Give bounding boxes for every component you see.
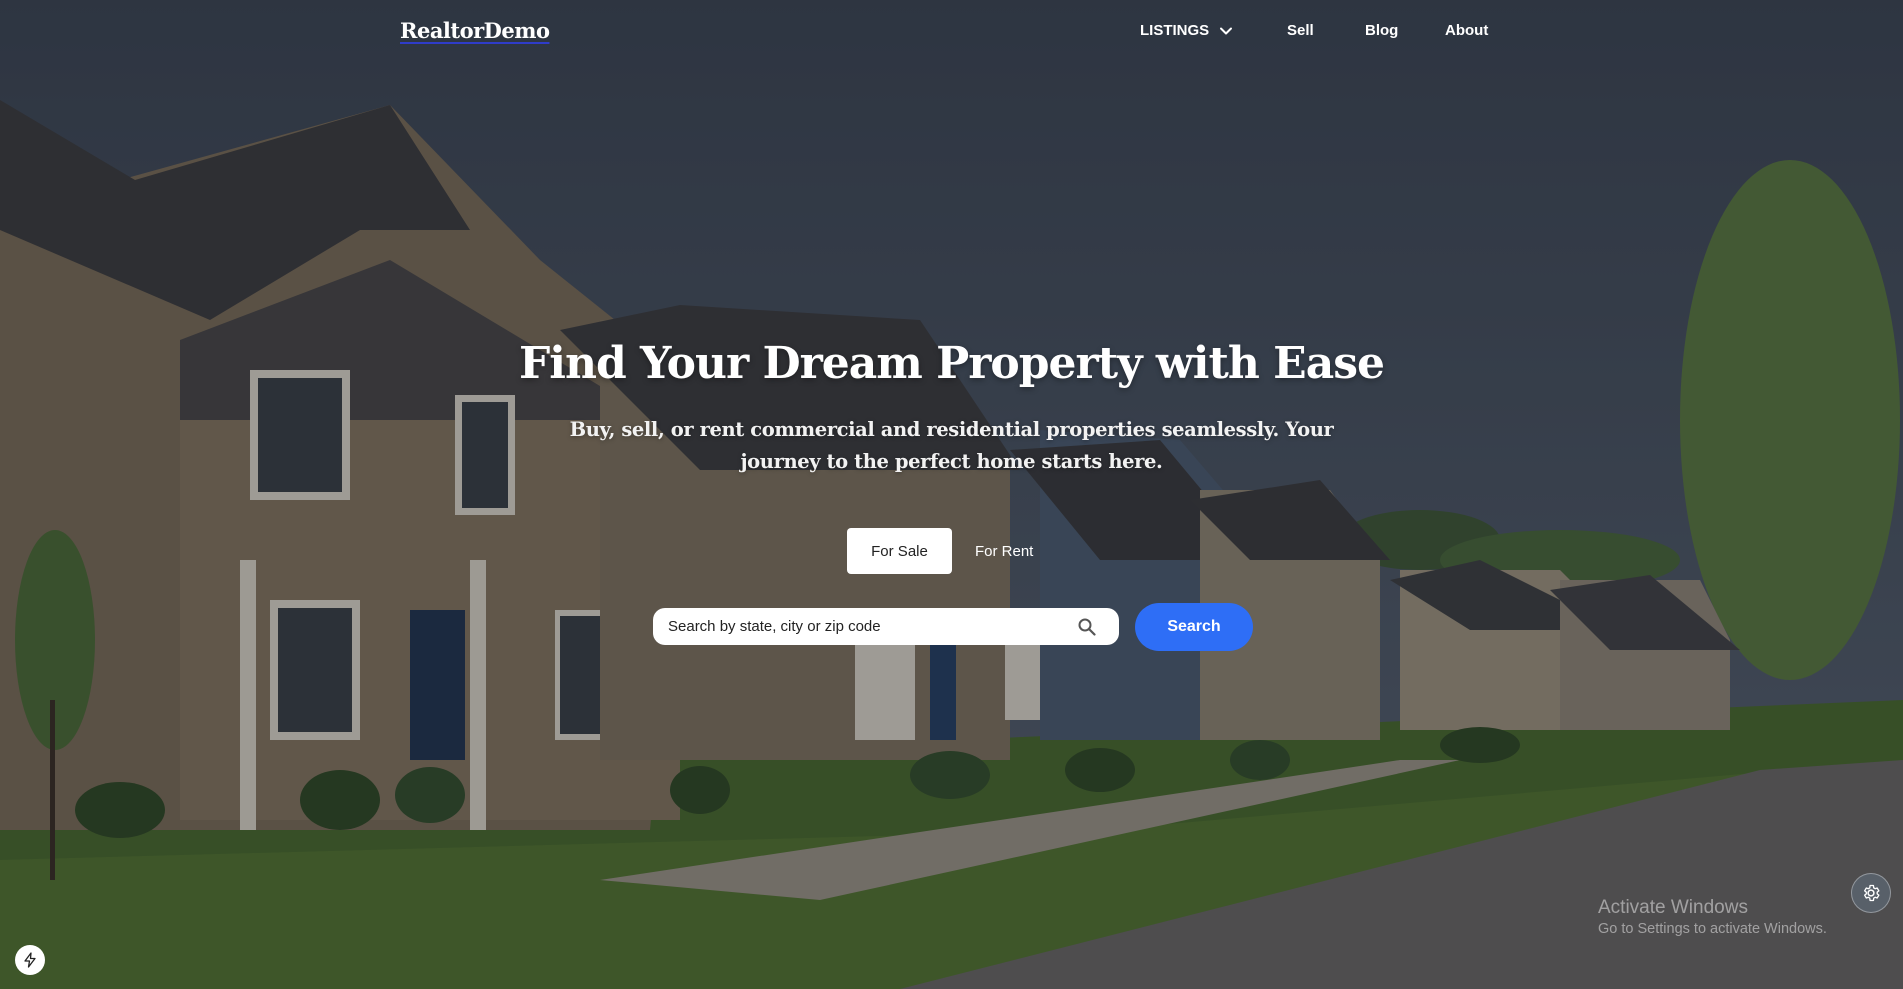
- gear-icon: [1864, 884, 1880, 902]
- listing-type-tabs: For Sale For Rent: [847, 528, 1057, 574]
- nav-listings-dropdown[interactable]: LISTINGS: [1140, 22, 1233, 39]
- search-button[interactable]: Search: [1135, 603, 1253, 651]
- nav-sell-link[interactable]: Sell: [1287, 22, 1314, 39]
- quick-action-button[interactable]: [15, 945, 45, 975]
- site-logo[interactable]: RealtorDemo: [400, 18, 550, 43]
- watermark-title: Activate Windows: [1598, 897, 1748, 918]
- search-input[interactable]: [666, 617, 1070, 636]
- hero-subtitle: Buy, sell, or rent commercial and reside…: [569, 418, 1334, 473]
- search-icon[interactable]: [1077, 617, 1097, 637]
- tab-for-rent[interactable]: For Rent: [952, 528, 1057, 574]
- nav-about-link[interactable]: About: [1445, 22, 1488, 39]
- chevron-down-icon: [1220, 27, 1233, 34]
- activate-windows-watermark: Activate Windows Go to Settings to activ…: [1598, 897, 1827, 937]
- top-navbar: RealtorDemo LISTINGS Sell Blog About: [0, 0, 1903, 64]
- nav-blog-link[interactable]: Blog: [1365, 22, 1398, 39]
- search-box: [653, 608, 1119, 645]
- background-overlay: [0, 0, 1903, 989]
- tab-for-sale[interactable]: For Sale: [847, 528, 952, 574]
- nav-listings-label: LISTINGS: [1140, 22, 1210, 39]
- hero-title: Find Your Dream Property with Ease: [519, 338, 1385, 389]
- bolt-icon: [24, 952, 36, 968]
- watermark-subtitle: Go to Settings to activate Windows.: [1598, 921, 1827, 937]
- settings-button[interactable]: [1851, 873, 1891, 913]
